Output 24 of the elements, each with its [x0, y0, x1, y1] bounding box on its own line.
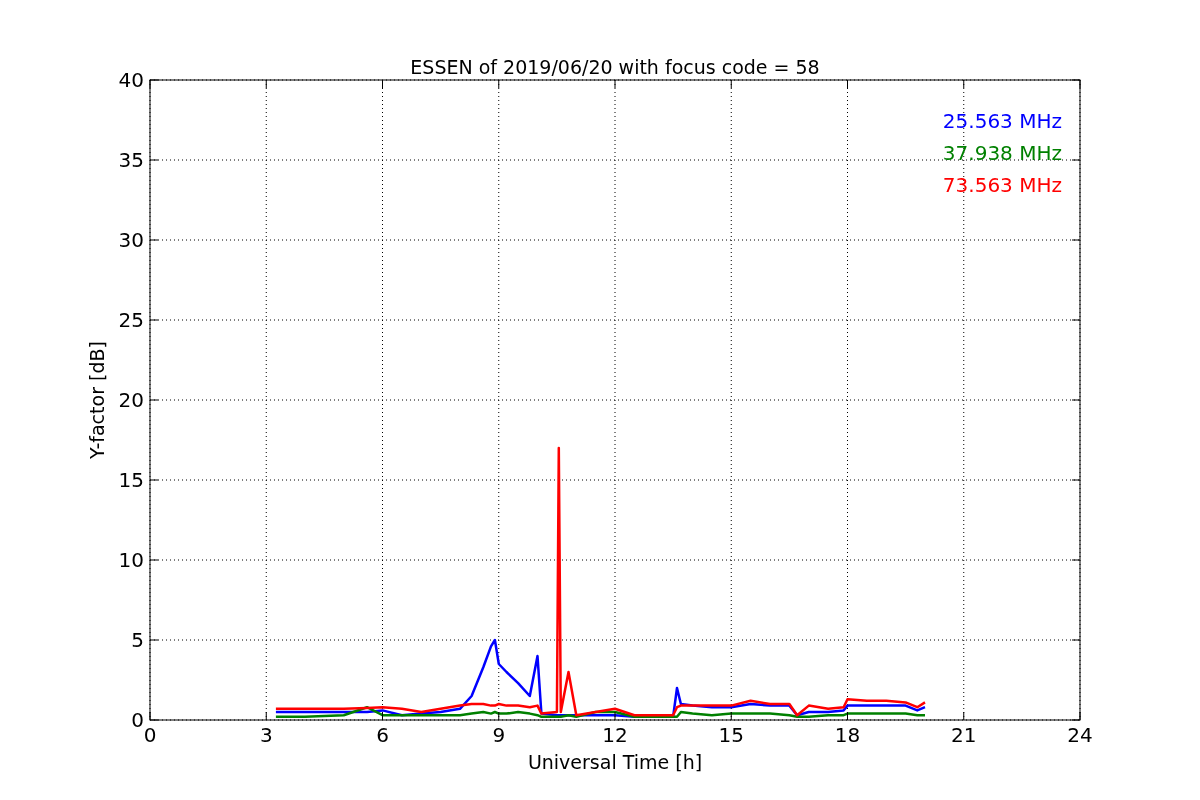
tick-label: 18: [834, 723, 861, 747]
tick-label: 20: [118, 388, 144, 412]
tick-label: 5: [131, 628, 144, 652]
legend-label: 37.938 MHz: [942, 141, 1062, 165]
legend-label: 25.563 MHz: [942, 109, 1062, 133]
tick-label: 10: [118, 548, 144, 572]
tick-label: 3: [259, 723, 273, 747]
y-axis-label: Y-factor [dB]: [86, 341, 108, 459]
tick-label: 21: [951, 723, 977, 747]
x-axis-label: Universal Time [h]: [527, 751, 703, 773]
tick-label: 40: [118, 68, 144, 92]
legend-label: 73.563 MHz: [942, 173, 1062, 197]
tick-label: 0: [143, 723, 157, 747]
tick-label: 24: [1067, 723, 1093, 747]
tick-label: 25: [118, 308, 144, 332]
tick-label: 35: [118, 148, 144, 172]
tick-label: 0: [131, 708, 144, 732]
tick-label: 9: [492, 723, 506, 747]
tick-label: 12: [602, 723, 628, 747]
tick-label: 15: [718, 723, 744, 747]
tick-label: 6: [376, 723, 389, 747]
tick-label: 15: [118, 468, 144, 492]
chart-title: ESSEN of 2019/06/20 with focus code = 58: [410, 56, 820, 78]
tick-label: 30: [118, 228, 144, 252]
